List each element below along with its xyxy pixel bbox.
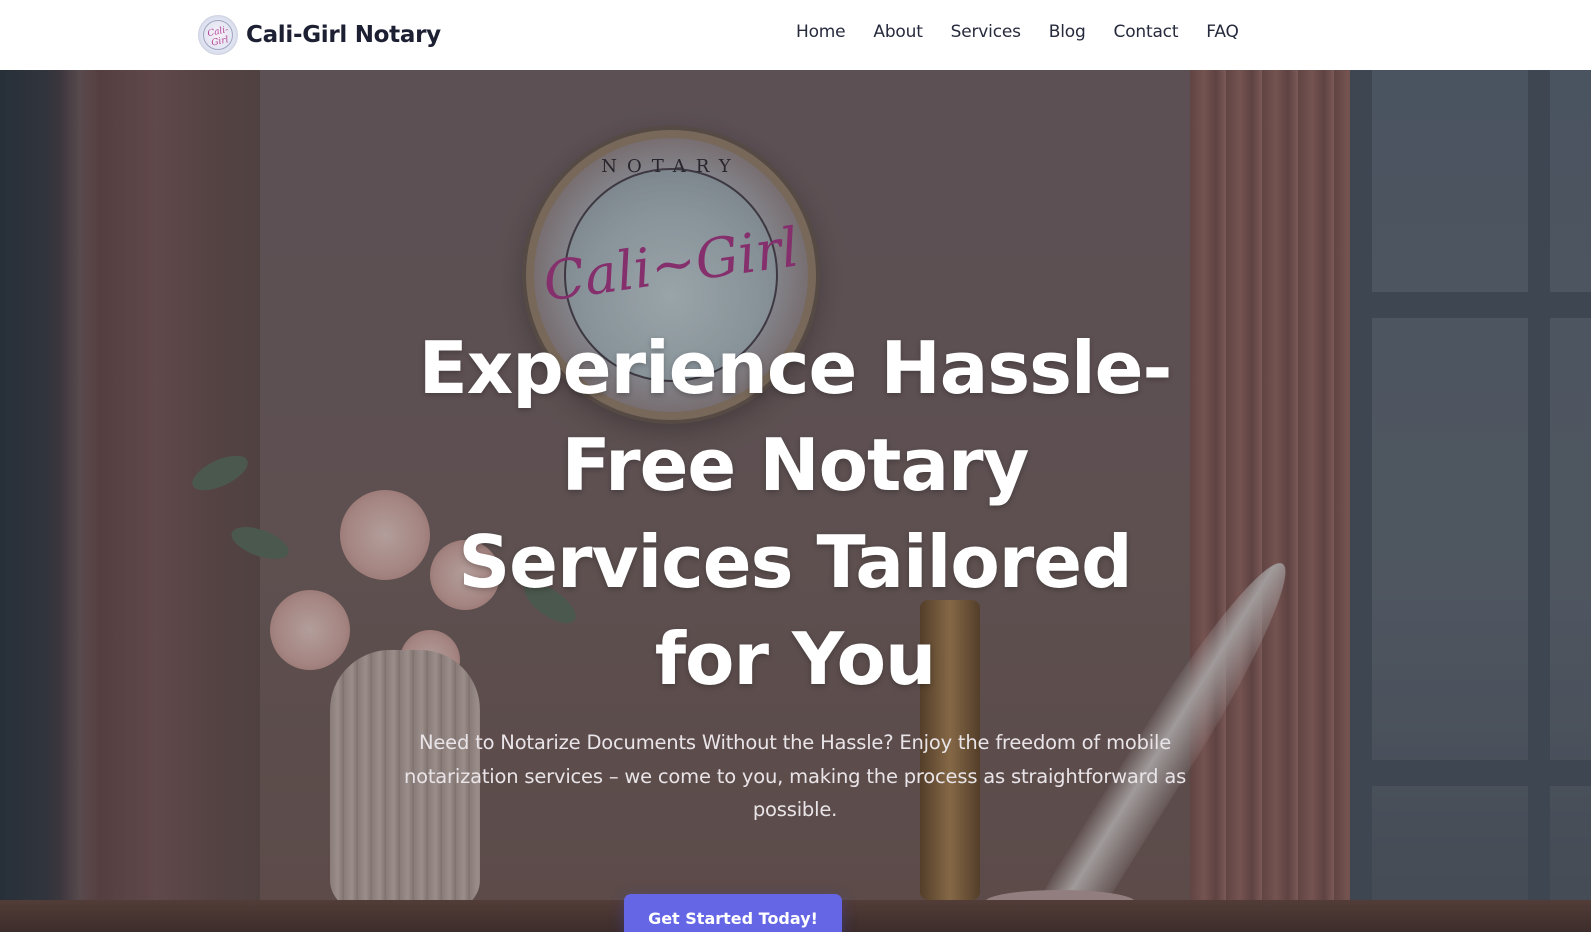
hero-content: Experience Hassle- Free Notary Services … [330,70,1260,932]
brand-logo-script: Cali-Girl [206,25,230,49]
brand-link[interactable]: Cali-Girl Cali-Girl Notary [198,14,441,56]
site-header: Cali-Girl Cali-Girl Notary Home About Se… [0,0,1591,70]
hero-title-line: for You [654,617,937,701]
nav-home[interactable]: Home [796,22,846,42]
nav-blog[interactable]: Blog [1049,22,1086,42]
hero-subtitle: Need to Notarize Documents Without the H… [403,731,1187,821]
brand-logo-icon: Cali-Girl [198,15,238,55]
nav-services[interactable]: Services [951,22,1021,42]
brand-name: Cali-Girl Notary [246,22,441,48]
get-started-button[interactable]: Get Started Today! [624,894,842,932]
nav-contact[interactable]: Contact [1114,22,1179,42]
hero-title-line: Free Notary [561,423,1030,507]
hero-title-line: Services Tailored [458,520,1132,604]
hero-title-line: Experience Hassle- [418,326,1173,410]
nav-about[interactable]: About [873,22,922,42]
main-nav: Home About Services Blog Contact FAQ [796,22,1239,42]
hero-section: NOTARY Cali~Girl Experience Hassle- Free… [0,70,1591,932]
hero-title: Experience Hassle- Free Notary Services … [330,320,1260,708]
nav-faq[interactable]: FAQ [1206,22,1239,42]
